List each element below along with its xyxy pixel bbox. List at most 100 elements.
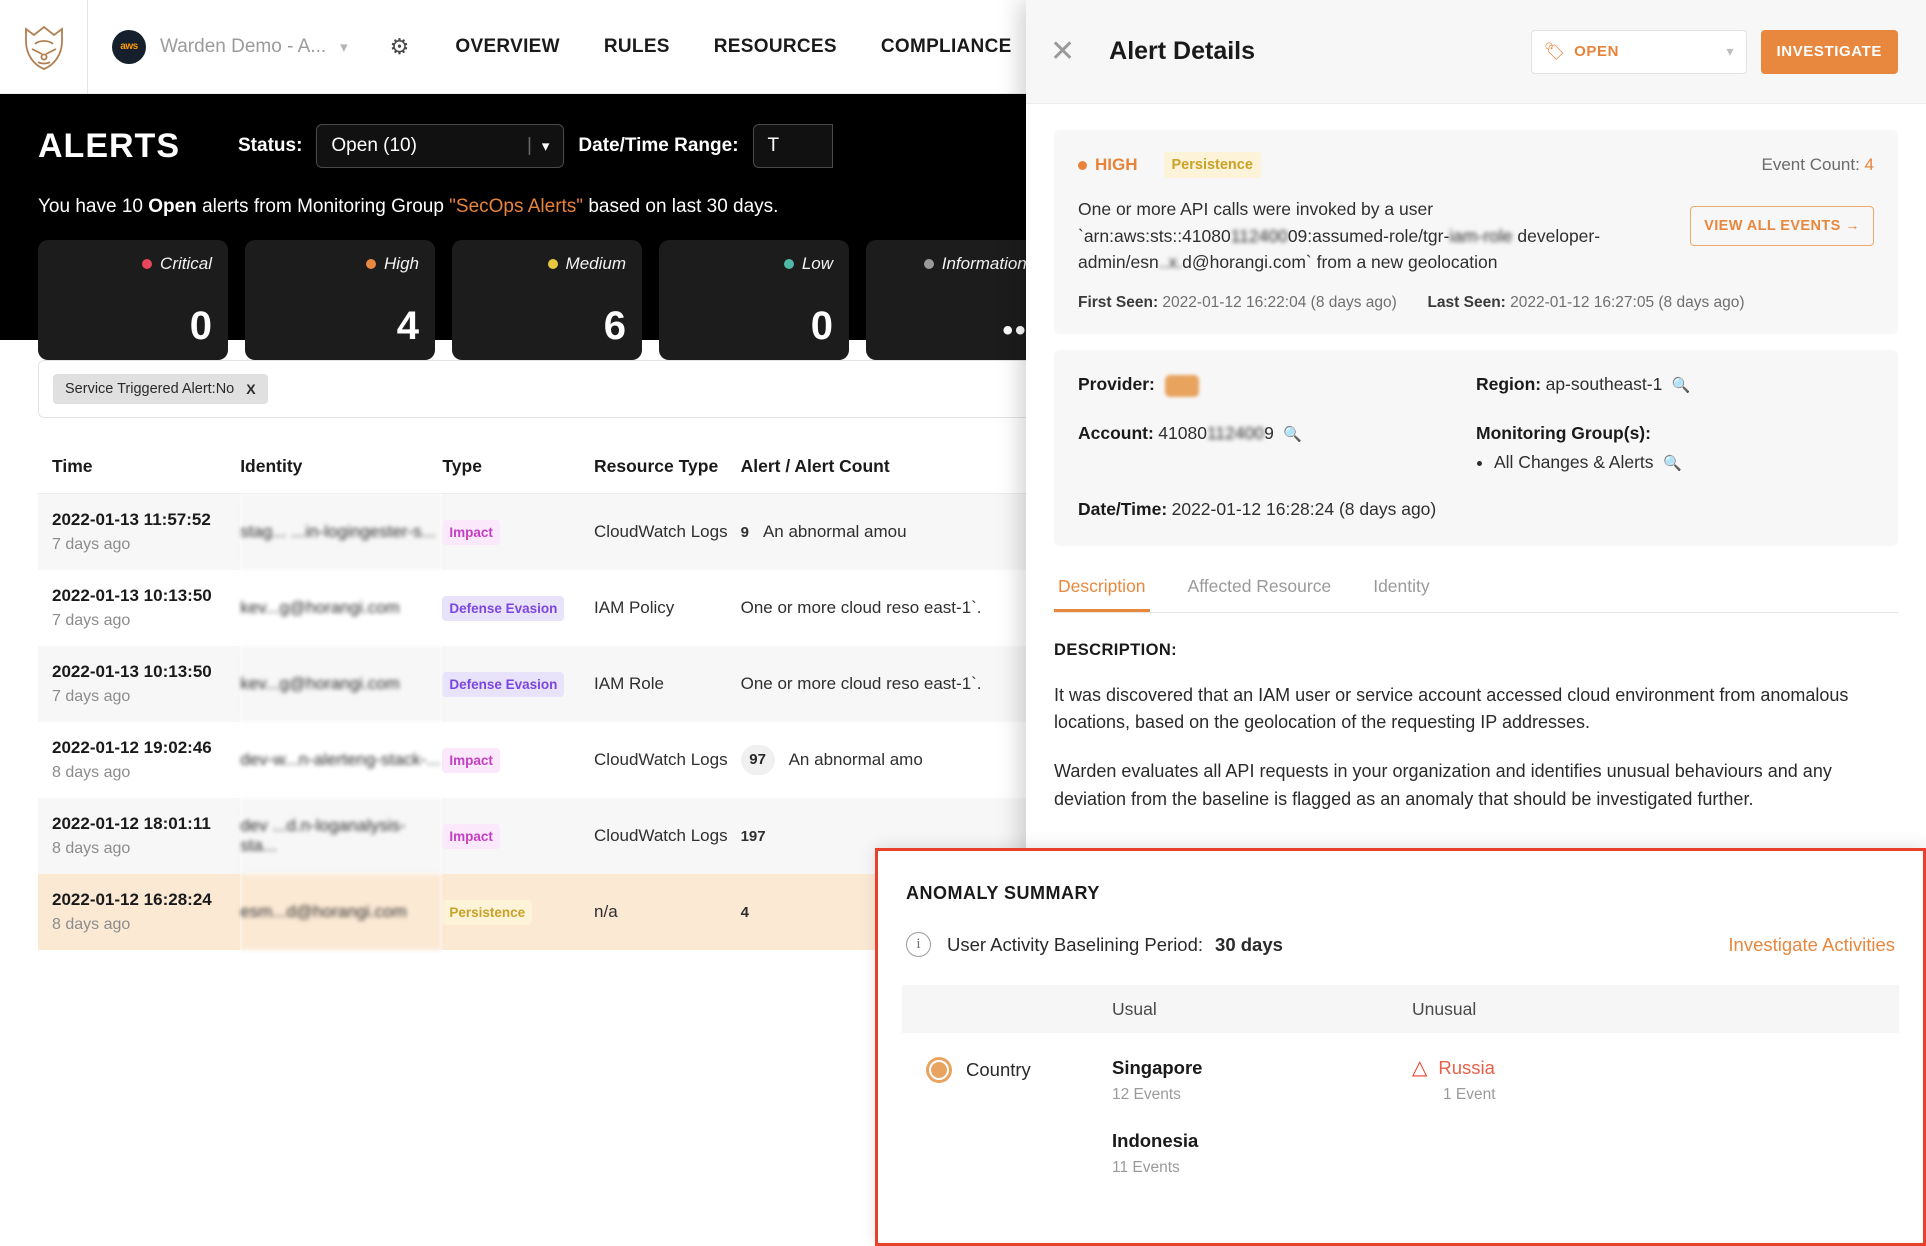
table-row[interactable]: 2022-01-13 10:13:50 7 days ago kev...g@h… — [38, 570, 1145, 646]
row-timestamp: 2022-01-13 10:13:50 — [52, 586, 212, 605]
region-value: ap-southeast-1 — [1545, 373, 1663, 394]
summary-pre: You have 10 — [38, 196, 149, 217]
region-field: Region: ap-southeast-1 🔍 — [1476, 374, 1874, 397]
region-label: Region: — [1476, 373, 1542, 394]
provider-field: Provider: — [1078, 374, 1476, 397]
status-filter-select[interactable]: Open (10) | ▾ — [316, 124, 565, 168]
usual-country-name: Indonesia — [1112, 1130, 1199, 1151]
cell-time: 2022-01-13 11:57:52 7 days ago — [38, 493, 241, 570]
severity-dot-informational — [923, 259, 934, 269]
column-header-resource-type[interactable]: Resource Type — [594, 440, 741, 494]
event-count-value: 4 — [1864, 155, 1874, 174]
tab-affected-resource[interactable]: Affected Resource — [1184, 576, 1336, 612]
first-seen-label: First Seen: — [1078, 293, 1159, 311]
search-icon[interactable]: 🔍 — [1663, 455, 1682, 472]
nav-link-overview[interactable]: OVERVIEW — [455, 36, 559, 58]
column-header-identity[interactable]: Identity — [240, 440, 443, 494]
row-relative-time: 8 days ago — [52, 916, 131, 933]
alert-text: One or more cloud reso east-1`. — [740, 673, 982, 693]
anomaly-table-row: Country Singapore 12 Events Indonesia 11… — [902, 1033, 1899, 1177]
tab-identity[interactable]: Identity — [1369, 576, 1433, 612]
usual-country-events: 11 Events — [1112, 1159, 1180, 1176]
type-tag: Defense Evasion — [442, 671, 565, 697]
select-divider: | — [526, 135, 532, 156]
table-row[interactable]: 2022-01-13 11:57:52 7 days ago stag... .… — [38, 493, 1145, 570]
event-count-label: Event Count: — [1761, 155, 1860, 174]
gear-icon[interactable]: ⚙ — [390, 34, 410, 60]
monitoring-group-link[interactable]: "SecOps Alerts" — [449, 196, 583, 217]
org-name: Warden Demo - A... — [160, 35, 327, 57]
type-tag: Impact — [442, 519, 500, 545]
row-timestamp: 2022-01-13 11:57:52 — [52, 510, 211, 529]
org-selector[interactable]: aws Warden Demo - A... ▾ — [88, 0, 368, 94]
unusual-country-name: Russia — [1438, 1057, 1495, 1078]
alert-count: 97 — [740, 745, 775, 775]
nav-link-rules[interactable]: RULES — [604, 36, 670, 58]
nav-links: OVERVIEW RULES RESOURCES COMPLIANCE — [455, 36, 1011, 58]
nav-link-resources[interactable]: RESOURCES — [714, 36, 837, 58]
account-value-redacted: 112400 — [1206, 422, 1265, 443]
cell-type: Defense Evasion — [442, 570, 594, 646]
account-value-tail: 9 — [1264, 422, 1274, 443]
column-header-type[interactable]: Type — [442, 440, 595, 494]
filter-chip[interactable]: Service Triggered Alert:No X — [53, 374, 268, 404]
investigate-activities-link[interactable]: Investigate Activities — [1728, 934, 1895, 956]
anomaly-column-header-usual: Usual — [1112, 998, 1157, 1019]
drawer-header: ✕ Alert Details 🏷 OPEN ▾ INVESTIGATE — [1026, 0, 1926, 104]
nav-link-compliance[interactable]: COMPLIANCE — [881, 36, 1012, 58]
description-heading: DESCRIPTION: — [1054, 640, 1178, 659]
search-icon[interactable]: 🔍 — [1672, 377, 1691, 394]
chevron-down-icon: ▾ — [340, 38, 348, 56]
alert-summary-text: One or more API calls were invoked by a … — [1078, 196, 1670, 276]
horangi-tiger-logo[interactable] — [0, 0, 88, 94]
close-icon[interactable]: X — [246, 381, 255, 397]
list-item: Indonesia 11 Events — [1112, 1130, 1412, 1177]
summary-line-3-post: d@horangi.com` from a new geolocation — [1182, 252, 1498, 273]
alert-text: An abnormal amou — [762, 521, 907, 541]
account-label: Account: — [1078, 422, 1154, 443]
anomaly-table: Usual Unusual Country Singapore 12 Event… — [902, 985, 1899, 1177]
list-item: △ Russia 1 Event — [1412, 1057, 1712, 1104]
column-header-time[interactable]: Time — [38, 440, 241, 494]
drawer-tabs: Description Affected Resource Identity — [1054, 576, 1898, 613]
table-row[interactable]: 2022-01-12 19:02:46 8 days ago dev-w...n… — [38, 722, 1145, 798]
usual-country-events: 12 Events — [1112, 1086, 1181, 1103]
status-filter-value: Open (10) — [331, 135, 417, 156]
alert-summary-box: HIGH Persistence Event Count: 4 One or m… — [1054, 130, 1898, 334]
tab-description[interactable]: Description — [1054, 576, 1150, 612]
summary-line-3-redacted: ..x. — [1158, 252, 1183, 273]
row-relative-time: 7 days ago — [52, 612, 131, 629]
cell-resource-type: CloudWatch Logs — [594, 493, 741, 570]
technique-tag: Persistence — [1163, 152, 1261, 178]
severity-label: Critical — [160, 254, 212, 273]
investigate-button[interactable]: INVESTIGATE — [1760, 29, 1898, 74]
cell-identity: kev...g@horangi.com — [240, 598, 400, 617]
baselining-label: User Activity Baselining Period: — [947, 933, 1204, 955]
daterange-filter-select[interactable]: T — [752, 124, 833, 168]
info-icon[interactable]: i — [906, 932, 931, 957]
type-tag: Impact — [442, 823, 500, 849]
view-all-events-button[interactable]: VIEW ALL EVENTS → — [1690, 206, 1874, 246]
cell-identity: dev ...d.n-loganalysis-sta... — [240, 798, 443, 874]
row-relative-time: 7 days ago — [52, 688, 131, 705]
alert-status-select[interactable]: 🏷 OPEN ▾ — [1530, 29, 1747, 74]
summary-post: based on last 30 days. — [583, 196, 779, 217]
severity-label: High — [384, 254, 419, 273]
severity-dot-medium — [547, 259, 558, 269]
severity-label: Low — [801, 254, 833, 273]
anomaly-table-header: Usual Unusual — [902, 985, 1899, 1033]
row-relative-time: 8 days ago — [52, 764, 131, 781]
row-relative-time: 7 days ago — [52, 536, 131, 553]
seen-timestamps: First Seen: 2022-01-12 16:22:04 (8 days … — [1078, 294, 1874, 312]
search-icon[interactable]: 🔍 — [1283, 426, 1302, 443]
type-tag: Persistence — [442, 899, 533, 925]
datetime-label: Date/Time: — [1078, 498, 1168, 519]
list-item: Singapore 12 Events — [1112, 1057, 1412, 1104]
table-row[interactable]: 2022-01-13 10:13:50 7 days ago kev...g@h… — [38, 646, 1145, 722]
summary-arn-mid: 09:assumed-role/tgr- — [1287, 225, 1450, 246]
description-paragraph-2: Warden evaluates all API requests in you… — [1054, 761, 1832, 809]
type-tag: Impact — [442, 747, 500, 773]
summary-open: Open — [148, 196, 197, 217]
cell-type: Impact — [442, 493, 595, 570]
close-icon[interactable]: ✕ — [1050, 36, 1075, 67]
